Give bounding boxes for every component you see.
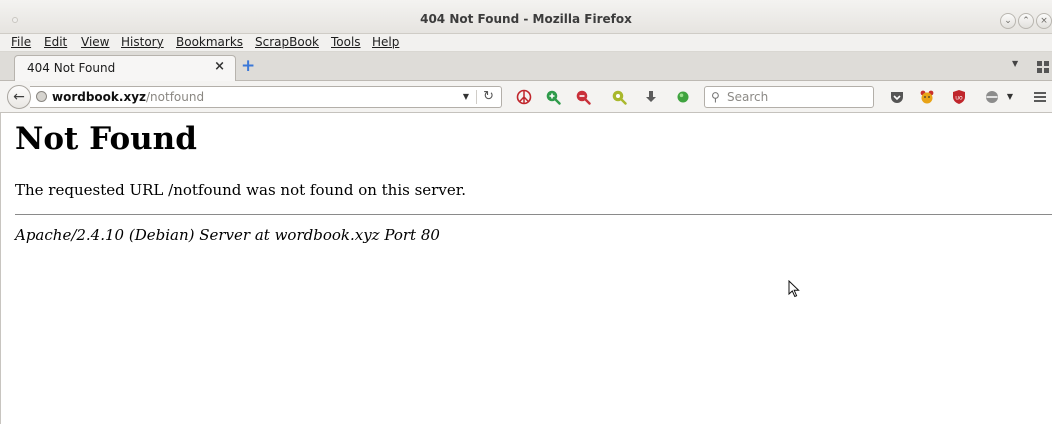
grid-icon[interactable] (1037, 61, 1049, 73)
close-tab-icon[interactable]: × (214, 59, 225, 74)
window-titlebar: 404 Not Found - Mozilla Firefox ⌄ ⌃ × (0, 0, 1052, 34)
error-message: The requested URL /notfound was not foun… (15, 181, 466, 199)
page-content: Not Found The requested URL /notfound wa… (0, 113, 1052, 424)
zoom-reset-icon[interactable] (611, 89, 627, 105)
back-button[interactable]: ← (7, 85, 31, 109)
bear-icon[interactable] (919, 89, 935, 105)
maximize-button[interactable]: ⌃ (1018, 13, 1034, 29)
hamburger-icon[interactable] (1032, 89, 1048, 105)
addon-dropdown-icon[interactable]: ▼ (1002, 89, 1018, 105)
search-icon: ⚲ (711, 90, 720, 104)
menu-view[interactable]: View (81, 35, 109, 49)
menu-file[interactable]: File (11, 35, 31, 49)
zoom-in-icon[interactable] (545, 89, 561, 105)
menu-bookmarks[interactable]: Bookmarks (176, 35, 243, 49)
url-dropdown-icon[interactable]: ▼ (463, 92, 469, 101)
tab-label: 404 Not Found (27, 61, 116, 75)
svg-text:uo: uo (955, 95, 963, 102)
url-text[interactable]: wordbook.xyz/notfound (52, 90, 204, 104)
menu-tools[interactable]: Tools (331, 35, 361, 49)
reload-icon[interactable]: ↻ (483, 89, 494, 104)
menu-edit[interactable]: Edit (44, 35, 67, 49)
tab-404-not-found[interactable]: 404 Not Found × (14, 55, 236, 81)
peace-icon[interactable] (516, 89, 532, 105)
url-divider (476, 90, 477, 104)
window-title: 404 Not Found - Mozilla Firefox (420, 12, 632, 26)
search-placeholder: Search (727, 90, 769, 104)
ublock-icon[interactable]: uo (951, 89, 967, 105)
search-input[interactable]: ⚲ Search (704, 86, 874, 108)
tab-strip: 404 Not Found × + ▼ (0, 52, 1052, 81)
green-dot-icon[interactable] (675, 89, 691, 105)
zoom-out-icon[interactable] (575, 89, 591, 105)
divider (15, 214, 1052, 215)
close-window-button[interactable]: × (1036, 13, 1052, 29)
minimize-button[interactable]: ⌄ (1000, 13, 1016, 29)
pocket-icon[interactable] (889, 89, 905, 105)
menu-bar: File Edit View History Bookmarks ScrapBo… (0, 34, 1052, 52)
menu-history[interactable]: History (121, 35, 164, 49)
globe-icon (36, 91, 47, 102)
url-path: /notfound (146, 90, 205, 104)
menu-scrapbook[interactable]: ScrapBook (255, 35, 319, 49)
nav-toolbar: wordbook.xyz/notfound ▼ ↻ ← ⚲ Search uo … (0, 81, 1052, 113)
page-heading: Not Found (15, 121, 197, 157)
list-all-tabs-icon[interactable]: ▼ (1012, 59, 1018, 68)
back-icon: ← (13, 89, 25, 105)
new-tab-icon[interactable]: + (241, 56, 255, 76)
download-icon[interactable] (643, 89, 659, 105)
mouse-cursor-icon (788, 280, 800, 298)
server-signature: Apache/2.4.10 (Debian) Server at wordboo… (15, 226, 440, 244)
url-bar[interactable]: wordbook.xyz/notfound ▼ ↻ (30, 86, 502, 108)
menu-help[interactable]: Help (372, 35, 399, 49)
url-host: wordbook.xyz (52, 90, 147, 104)
addon-icon[interactable] (984, 89, 1000, 105)
